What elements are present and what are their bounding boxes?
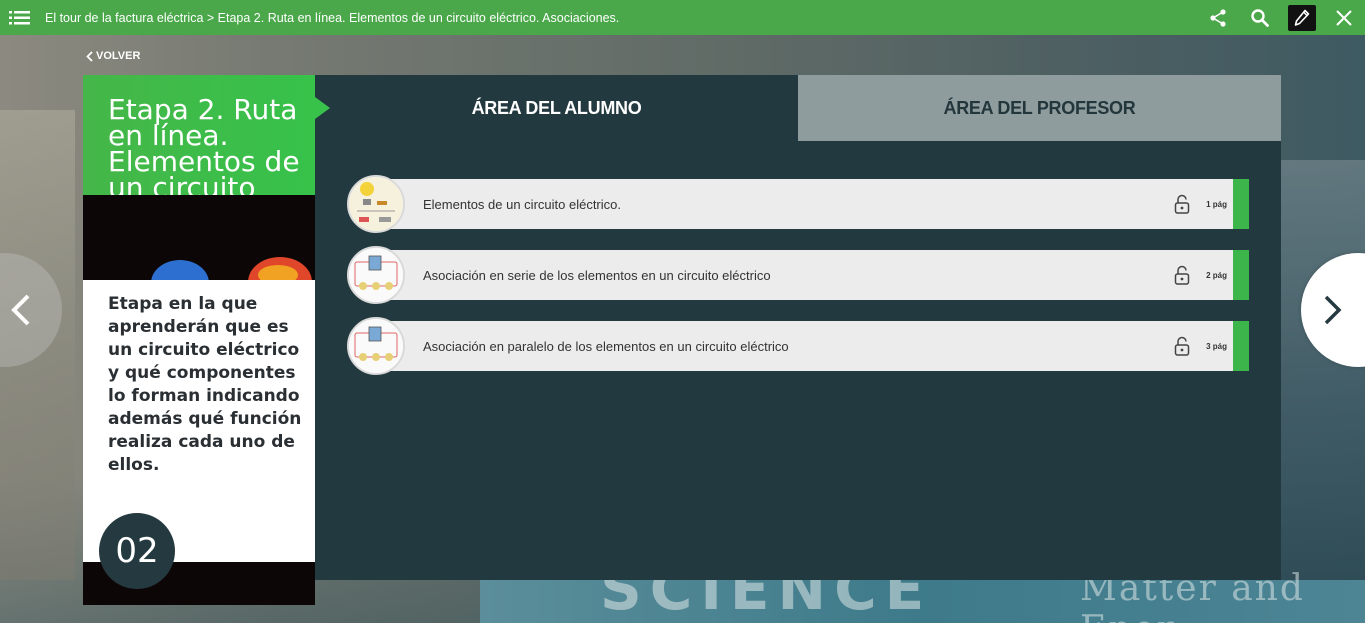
stage-title: Etapa 2. Ruta en línea. Elementos de un … bbox=[108, 93, 300, 196]
chevron-left-icon bbox=[11, 294, 30, 326]
unlocked-padlock-icon bbox=[1174, 194, 1190, 214]
top-bar: El tour de la factura eléctrica > Etapa … bbox=[0, 0, 1365, 35]
stage-card: Etapa 2. Ruta en línea. Elementos de un … bbox=[83, 75, 315, 605]
lesson-title: Asociación en serie de los elementos en … bbox=[423, 267, 771, 283]
chevron-left-icon bbox=[86, 50, 93, 62]
stage-number-badge: 02 bbox=[99, 513, 175, 589]
lesson-item[interactable]: Asociación en serie de los elementos en … bbox=[347, 246, 1249, 304]
chevron-right-icon bbox=[1324, 295, 1342, 325]
lesson-page-count: 3 pág bbox=[1206, 341, 1227, 351]
pencil-icon[interactable] bbox=[1288, 4, 1316, 31]
stage-description: Etapa en la que aprenderán que es un cir… bbox=[108, 294, 302, 475]
lesson-thumbnail bbox=[347, 175, 405, 233]
search-icon[interactable] bbox=[1239, 0, 1281, 35]
content-panel: ÁREA DEL ALUMNO ÁREA DEL PROFESOR Elemen… bbox=[315, 75, 1281, 580]
breadcrumb: El tour de la factura eléctrica > Etapa … bbox=[45, 10, 620, 25]
unlocked-padlock-icon bbox=[1174, 336, 1190, 356]
lesson-item-accent bbox=[1233, 250, 1249, 300]
back-button[interactable]: VOLVER bbox=[86, 50, 140, 62]
unlocked-padlock-icon bbox=[1174, 265, 1190, 285]
tab-teacher-area[interactable]: ÁREA DEL PROFESOR bbox=[798, 75, 1281, 141]
lesson-title: Elementos de un circuito eléctrico. bbox=[423, 196, 621, 212]
stage-image bbox=[83, 195, 315, 280]
lesson-item-accent bbox=[1233, 321, 1249, 371]
lesson-thumbnail bbox=[347, 246, 405, 304]
background-book-right bbox=[1275, 160, 1365, 580]
list-menu-icon[interactable] bbox=[3, 0, 37, 35]
back-button-label: VOLVER bbox=[96, 50, 141, 62]
lesson-title: Asociación en paralelo de los elementos … bbox=[423, 338, 789, 354]
share-icon[interactable] bbox=[1197, 0, 1239, 35]
close-icon[interactable] bbox=[1323, 0, 1365, 35]
lesson-item[interactable]: Asociación en paralelo de los elementos … bbox=[347, 317, 1249, 375]
active-tab-indicator bbox=[315, 97, 330, 119]
lesson-item-accent bbox=[1233, 179, 1249, 229]
tab-student-area[interactable]: ÁREA DEL ALUMNO bbox=[315, 75, 798, 141]
stage-card-header: Etapa 2. Ruta en línea. Elementos de un … bbox=[83, 75, 315, 195]
lesson-item[interactable]: Elementos de un circuito eléctrico. 1 pá… bbox=[347, 175, 1249, 233]
top-bar-actions bbox=[1197, 0, 1365, 35]
lesson-thumbnail bbox=[347, 317, 405, 375]
lesson-page-count: 2 pág bbox=[1206, 270, 1227, 280]
lesson-page-count: 1 pág bbox=[1206, 199, 1227, 209]
